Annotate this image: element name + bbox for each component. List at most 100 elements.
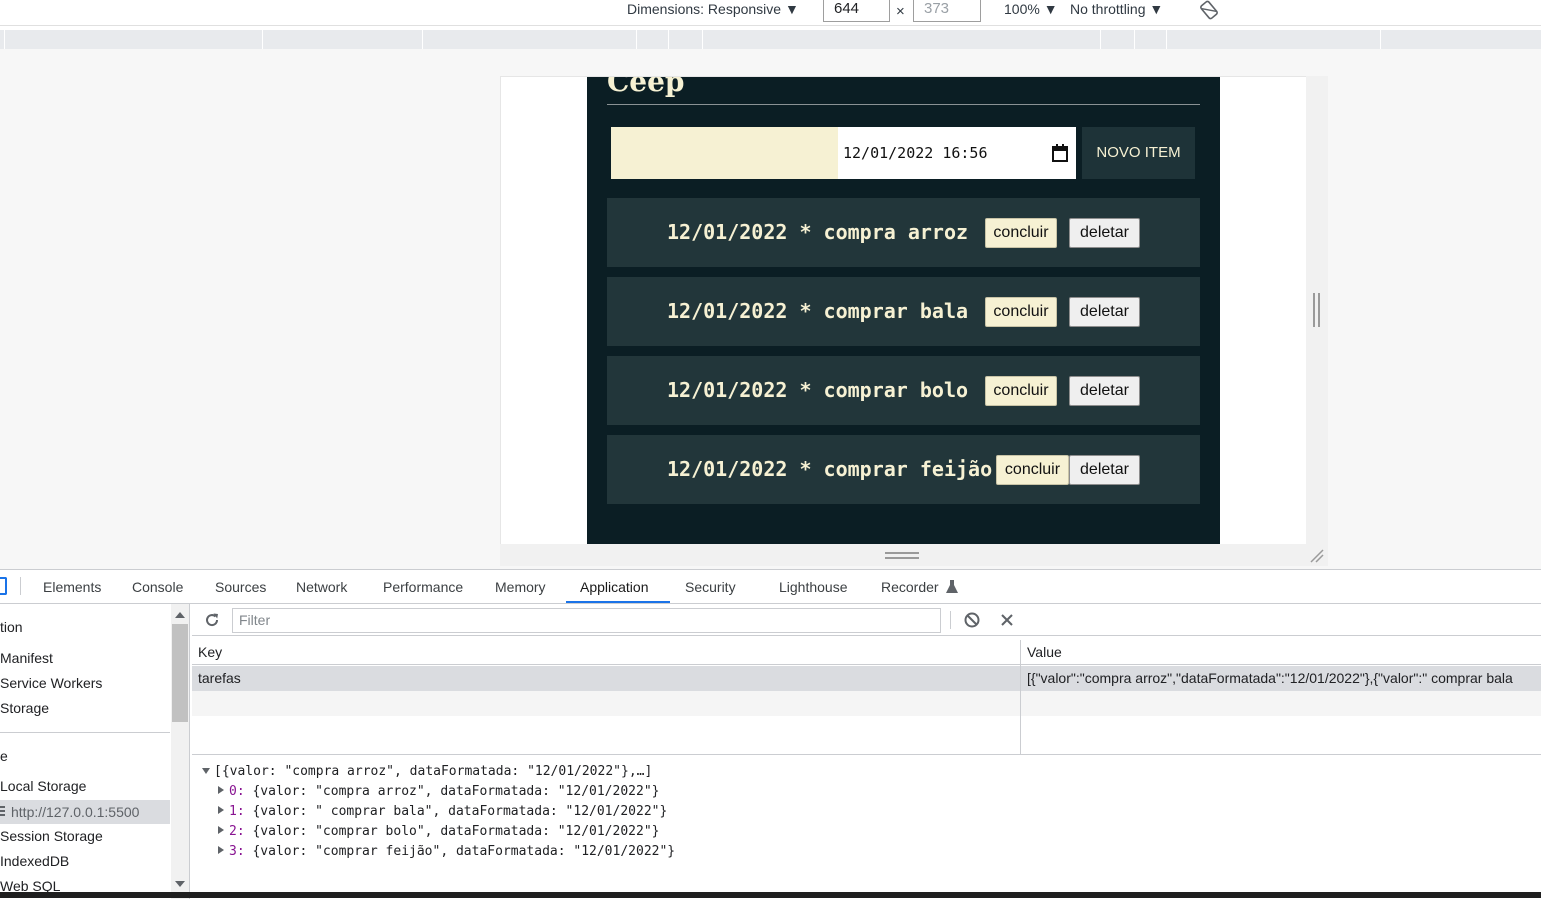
- app-title: Ceep: [607, 77, 685, 98]
- scroll-up-icon[interactable]: [175, 612, 185, 618]
- sidebar-item-local-storage[interactable]: Local Storage: [0, 778, 86, 794]
- collapse-triangle-icon[interactable]: [218, 786, 224, 794]
- device-stage: Ceep 12/01/2022 16:56 NOVO ITEM 12/01/20…: [0, 49, 1541, 569]
- tab-security[interactable]: Security: [685, 570, 736, 604]
- viewport-width-input[interactable]: 644: [823, 0, 890, 22]
- new-item-button[interactable]: NOVO ITEM: [1082, 127, 1195, 179]
- task-item: 12/01/2022 * comprar bala concluir delet…: [607, 277, 1200, 346]
- tab-performance[interactable]: Performance: [383, 570, 463, 604]
- preview-item[interactable]: 0: {valor: "compra arroz", dataFormatada…: [218, 782, 659, 802]
- complete-button[interactable]: concluir: [985, 376, 1057, 406]
- preview-item[interactable]: 2: {valor: "comprar bolo", dataFormatada…: [218, 822, 659, 842]
- storage-table: Key Value tarefas [{"valor":"compra arro…: [192, 640, 1541, 754]
- column-header-value[interactable]: Value: [1021, 640, 1541, 665]
- tab-network[interactable]: Network: [296, 570, 347, 604]
- sidebar-item-local-origin[interactable]: http://127.0.0.1:5500: [0, 800, 170, 824]
- media-query-ruler: [0, 30, 1541, 49]
- tab-console[interactable]: Console: [132, 570, 183, 604]
- tab-lighthouse[interactable]: Lighthouse: [779, 570, 848, 604]
- task-text-input[interactable]: [611, 127, 838, 179]
- sidebar-section-storage: e: [0, 748, 8, 764]
- dimensions-dropdown[interactable]: Dimensions: Responsive ▼: [627, 1, 799, 17]
- ruler-segment: [1100, 30, 1101, 49]
- scroll-down-icon[interactable]: [175, 881, 185, 887]
- preview-index: 0:: [229, 784, 245, 799]
- preview-root[interactable]: [{valor: "compra arroz", dataFormatada: …: [202, 762, 652, 782]
- task-text: 12/01/2022 * comprar bolo: [667, 378, 969, 402]
- ruler-segment: [668, 30, 669, 49]
- task-text: 12/01/2022 * comprar bala: [667, 299, 969, 323]
- dimension-separator: ×: [896, 3, 905, 20]
- tab-elements[interactable]: Elements: [43, 570, 101, 604]
- tab-recorder[interactable]: Recorder: [881, 570, 939, 604]
- clear-all-icon[interactable]: [963, 611, 981, 629]
- sidebar-divider: [0, 732, 170, 733]
- storage-toolbar: Filter: [192, 604, 1541, 636]
- experimental-flask-icon: [946, 580, 958, 593]
- table-row[interactable]: tarefas [{"valor":"compra arroz","dataFo…: [192, 666, 1541, 691]
- preview-item-text: {valor: "comprar feijão", dataFormatada:…: [252, 844, 676, 859]
- preview-item[interactable]: 3: {valor: "comprar feijão", dataFormata…: [218, 842, 675, 862]
- task-date-input[interactable]: 12/01/2022 16:56: [838, 127, 1076, 179]
- sidebar-item-application[interactable]: tion: [0, 619, 23, 635]
- preview-index: 2:: [229, 824, 245, 839]
- toolbar-separator: [950, 611, 951, 629]
- device-toolbar: Dimensions: Responsive ▼ 644 × 373 100% …: [0, 0, 1541, 26]
- zoom-dropdown[interactable]: 100% ▼: [1004, 1, 1058, 17]
- sidebar-item-manifest[interactable]: Manifest: [0, 650, 53, 666]
- tab-application[interactable]: Application: [580, 570, 649, 604]
- throttling-dropdown[interactable]: No throttling ▼: [1070, 1, 1163, 17]
- preview-item[interactable]: 1: {valor: " comprar bala", dataFormatad…: [218, 802, 667, 822]
- column-header-key[interactable]: Key: [192, 640, 1020, 665]
- complete-button[interactable]: concluir: [985, 297, 1057, 327]
- sidebar-item-indexeddb[interactable]: IndexedDB: [0, 853, 69, 869]
- preview-item-text: {valor: " comprar bala", dataFormatada: …: [252, 804, 668, 819]
- collapse-triangle-icon[interactable]: [218, 826, 224, 834]
- resize-corner-icon[interactable]: [1308, 547, 1326, 565]
- delete-selected-icon[interactable]: [999, 612, 1015, 628]
- refresh-icon[interactable]: [203, 611, 221, 629]
- column-divider[interactable]: [1020, 640, 1021, 754]
- tab-sources[interactable]: Sources: [215, 570, 266, 604]
- row-key: tarefas: [198, 670, 241, 686]
- sidebar-scrollbar-thumb[interactable]: [172, 624, 188, 722]
- sidebar-item-session-storage[interactable]: Session Storage: [0, 828, 103, 844]
- inspect-element-icon[interactable]: [0, 577, 7, 595]
- sidebar-item-storage[interactable]: Storage: [0, 700, 49, 716]
- ruler-segment: [422, 30, 423, 49]
- collapse-triangle-icon[interactable]: [218, 806, 224, 814]
- filter-input[interactable]: Filter: [232, 608, 941, 633]
- delete-button[interactable]: deletar: [1069, 455, 1140, 485]
- complete-button[interactable]: concluir: [996, 455, 1069, 485]
- delete-button[interactable]: deletar: [1069, 376, 1140, 406]
- task-text: 12/01/2022 * comprar feijão: [667, 457, 993, 481]
- resize-height-handle[interactable]: [885, 552, 919, 560]
- tab-memory[interactable]: Memory: [495, 570, 546, 604]
- devtools-tab-bar: Elements Console Sources Network Perform…: [0, 570, 1541, 604]
- delete-button[interactable]: deletar: [1069, 297, 1140, 327]
- sidebar-item-service-workers[interactable]: Service Workers: [0, 675, 102, 691]
- delete-button[interactable]: deletar: [1069, 218, 1140, 248]
- row-value: [{"valor":"compra arroz","dataFormatada"…: [1027, 670, 1513, 686]
- ruler-segment: [1380, 30, 1381, 49]
- task-item: 12/01/2022 * comprar feijão concluir del…: [607, 435, 1200, 504]
- calendar-icon[interactable]: [1052, 144, 1068, 162]
- task-item: 12/01/2022 * compra arroz concluir delet…: [607, 198, 1200, 267]
- local-storage-panel: Filter Key Value tarefas [{"valor":"comp…: [192, 604, 1541, 899]
- complete-button[interactable]: concluir: [985, 218, 1057, 248]
- ruler-segment: [702, 30, 703, 49]
- viewport-height-input[interactable]: 373: [913, 0, 981, 22]
- task-text: 12/01/2022 * compra arroz: [667, 220, 969, 244]
- preview-divider[interactable]: [192, 754, 1541, 755]
- rotate-icon[interactable]: [1198, 0, 1220, 20]
- collapse-triangle-icon[interactable]: [218, 846, 224, 854]
- preview-item-text: {valor: "compra arroz", dataFormatada: "…: [252, 784, 660, 799]
- preview-index: 3:: [229, 844, 245, 859]
- preview-item-text: {valor: "comprar bolo", dataFormatada: "…: [252, 824, 660, 839]
- ruler-segment: [636, 30, 637, 49]
- resize-width-handle[interactable]: [1313, 293, 1321, 327]
- ruler-segment: [1166, 30, 1167, 49]
- expand-triangle-icon[interactable]: [202, 768, 210, 774]
- emulated-viewport: Ceep 12/01/2022 16:56 NOVO ITEM 12/01/20…: [500, 76, 1306, 545]
- table-row-empty[interactable]: [192, 691, 1541, 716]
